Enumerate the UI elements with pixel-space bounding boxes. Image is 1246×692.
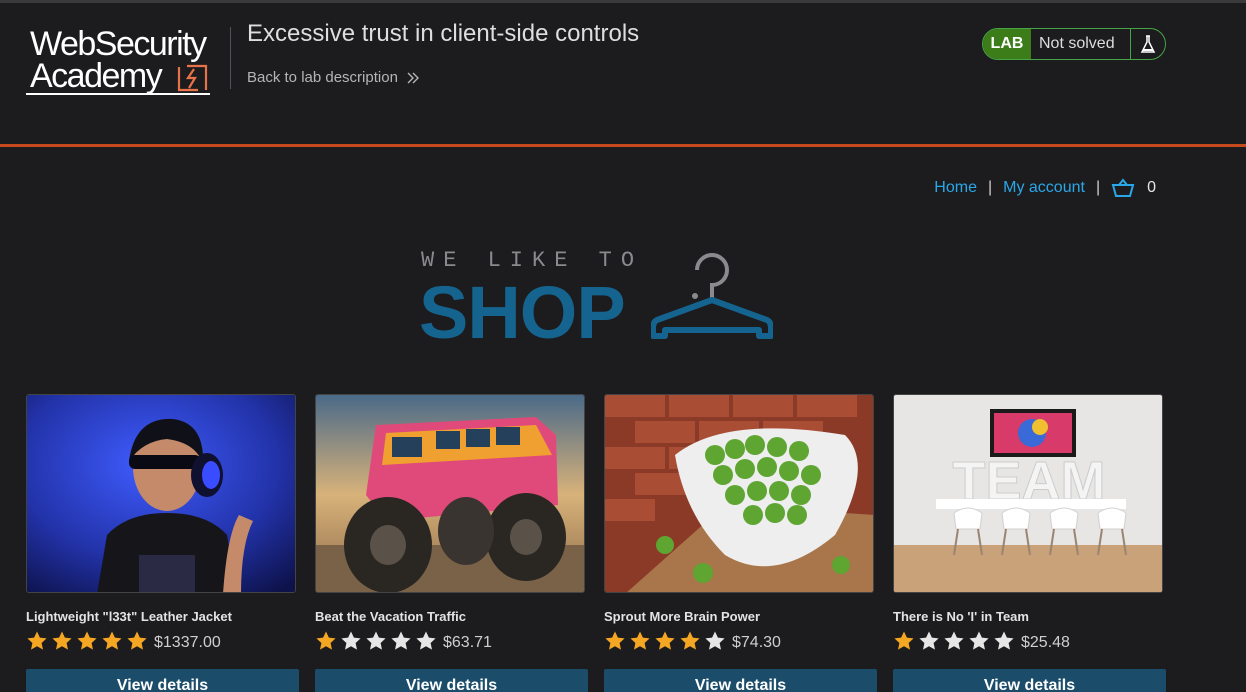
double-chevron-right-icon: [407, 72, 419, 83]
star-filled-icon: [127, 631, 147, 650]
star-empty-icon: [391, 631, 411, 650]
product-card: Sprout More Brain Power $74.30 View deta…: [604, 394, 877, 692]
logo-underline: [26, 93, 210, 95]
star-empty-icon: [416, 631, 436, 650]
star-filled-icon: [316, 631, 336, 650]
flask-icon: [1131, 29, 1165, 59]
product-price: $1337.00: [154, 634, 221, 651]
product-name: There is No 'I' in Team: [893, 609, 1029, 624]
product-image-team-room: TEAM: [893, 394, 1163, 593]
view-details-button[interactable]: View details: [893, 669, 1166, 692]
star-empty-icon: [944, 631, 964, 650]
shop-banner: WE LIKE TO SHOP: [419, 248, 779, 354]
star-filled-icon: [630, 631, 650, 650]
star-empty-icon: [705, 631, 725, 650]
product-card: Beat the Vacation Traffic $63.71 View de…: [315, 394, 588, 692]
product-rating: $74.30: [604, 630, 781, 652]
logo-text-line2: Academy: [30, 57, 163, 95]
star-filled-icon: [77, 631, 97, 650]
product-image-leather-jacket: [26, 394, 296, 593]
clothes-hanger-icon: [651, 253, 773, 339]
nav-my-account-link[interactable]: My account: [1003, 179, 1085, 197]
product-name: Lightweight "l33t" Leather Jacket: [26, 609, 232, 624]
header-divider: [230, 27, 231, 89]
star-empty-icon: [969, 631, 989, 650]
lab-badge: LAB: [983, 29, 1031, 59]
product-image-monster-van: [315, 394, 585, 593]
banner-title: SHOP: [419, 271, 626, 354]
nav-separator: |: [987, 179, 993, 196]
star-filled-icon: [680, 631, 700, 650]
product-card: Lightweight "l33t" Leather Jacket $1337.…: [26, 394, 299, 692]
cart-icon[interactable]: [1111, 178, 1135, 198]
lab-status-widget: LAB Not solved: [982, 28, 1166, 60]
lab-header: WebSecurity Academy Excessive trust in c…: [0, 3, 1246, 145]
product-rating: $25.48: [893, 630, 1070, 652]
star-empty-icon: [994, 631, 1014, 650]
lab-title: Excessive trust in client-side controls: [247, 20, 640, 47]
star-filled-icon: [52, 631, 72, 650]
lightning-mark-icon: [177, 64, 208, 92]
star-empty-icon: [341, 631, 361, 650]
product-image-brussels-sprouts: [604, 394, 874, 593]
web-security-academy-logo[interactable]: WebSecurity Academy: [26, 25, 231, 99]
star-empty-icon: [366, 631, 386, 650]
view-details-button[interactable]: View details: [604, 669, 877, 692]
back-link-label: Back to lab description: [247, 69, 398, 86]
nav-home-link[interactable]: Home: [934, 179, 977, 197]
shop-navigation: Home | My account | 0: [934, 178, 1156, 198]
product-rating: $63.71: [315, 630, 492, 652]
star-filled-icon: [605, 631, 625, 650]
lab-status-text: Not solved: [1031, 29, 1131, 59]
product-card: TEAM There is No 'I' in Team $25.48 View…: [893, 394, 1166, 692]
nav-separator: |: [1095, 179, 1101, 196]
product-price: $63.71: [443, 634, 492, 651]
product-price: $25.48: [1021, 634, 1070, 651]
product-name: Sprout More Brain Power: [604, 609, 761, 624]
back-to-lab-description-link[interactable]: Back to lab description: [247, 69, 420, 86]
star-empty-icon: [919, 631, 939, 650]
star-filled-icon: [655, 631, 675, 650]
product-rating: $1337.00: [26, 630, 221, 652]
header-accent-rule: [0, 144, 1246, 147]
star-filled-icon: [102, 631, 122, 650]
product-price: $74.30: [732, 634, 781, 651]
cart-count: 0: [1147, 179, 1156, 196]
view-details-button[interactable]: View details: [315, 669, 588, 692]
star-filled-icon: [27, 631, 47, 650]
star-filled-icon: [894, 631, 914, 650]
view-details-button[interactable]: View details: [26, 669, 299, 692]
product-name: Beat the Vacation Traffic: [315, 609, 466, 624]
